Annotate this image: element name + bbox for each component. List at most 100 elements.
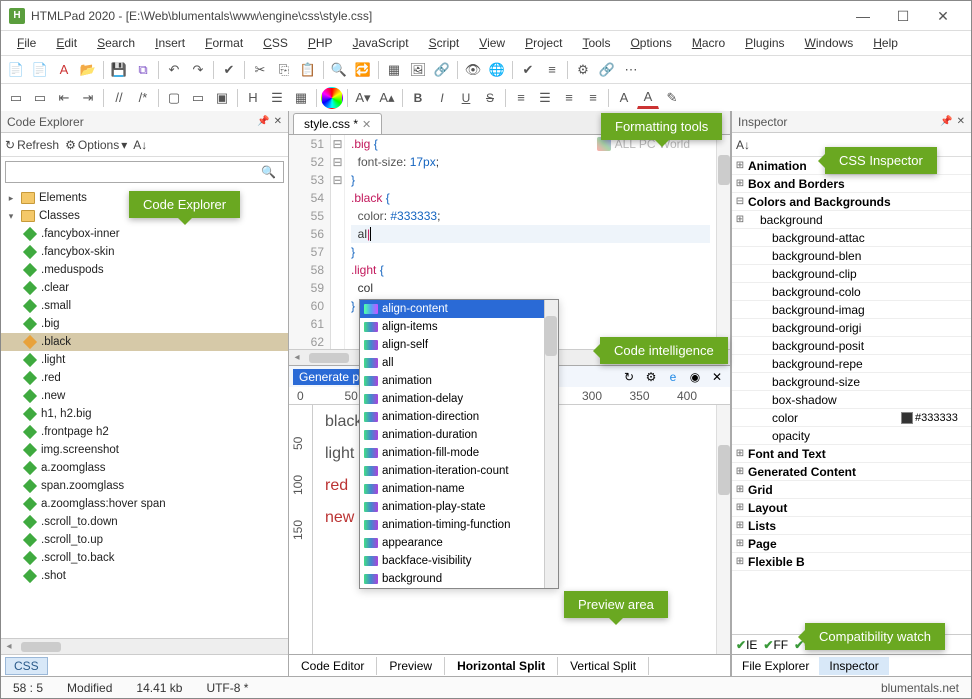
- inspector-pin-icon[interactable]: 📌: [940, 116, 952, 127]
- tree-item[interactable]: a.zoomglass: [1, 459, 288, 477]
- autocomplete-scrollbar[interactable]: [544, 300, 558, 588]
- tree-item[interactable]: .clear: [1, 279, 288, 297]
- tree-item[interactable]: .scroll_to.up: [1, 531, 288, 549]
- panel1-icon[interactable]: ▭: [5, 87, 27, 109]
- menu-project[interactable]: Project: [517, 34, 570, 52]
- new-file-icon[interactable]: 📄: [5, 59, 27, 81]
- tree-item[interactable]: .black: [1, 333, 288, 351]
- menu-script[interactable]: Script: [421, 34, 468, 52]
- inspector-row[interactable]: background-size: [732, 373, 971, 391]
- explorer-hscroll[interactable]: ◂: [1, 638, 288, 654]
- right-tab-file-explorer[interactable]: File Explorer: [732, 657, 819, 675]
- align-right-icon[interactable]: ≡: [558, 87, 580, 109]
- tree-item[interactable]: .red: [1, 369, 288, 387]
- preview-vscroll[interactable]: [716, 405, 730, 654]
- tree-item[interactable]: .small: [1, 297, 288, 315]
- inspector-row[interactable]: background-imag: [732, 301, 971, 319]
- new-css-icon[interactable]: A: [53, 59, 75, 81]
- inspector-row[interactable]: ⊞Box and Borders: [732, 175, 971, 193]
- autocomplete-item[interactable]: all: [360, 354, 558, 372]
- redo-icon[interactable]: ↷: [187, 59, 209, 81]
- menu-css[interactable]: CSS: [255, 34, 296, 52]
- inspector-row[interactable]: background-attac: [732, 229, 971, 247]
- menu-tools[interactable]: Tools: [574, 34, 618, 52]
- preview-close-icon[interactable]: ✕: [708, 368, 726, 386]
- align-justify-icon[interactable]: ≡: [582, 87, 604, 109]
- preview-ie-icon[interactable]: e: [664, 368, 682, 386]
- autocomplete-item[interactable]: align-self: [360, 336, 558, 354]
- paste-icon[interactable]: 📋: [297, 59, 319, 81]
- color-picker-icon[interactable]: [321, 87, 343, 109]
- tree-item[interactable]: .fancybox-skin: [1, 243, 288, 261]
- inspector-row[interactable]: background-posit: [732, 337, 971, 355]
- misc-tool-icon[interactable]: ⋯: [620, 59, 642, 81]
- link-icon[interactable]: 🔗: [431, 59, 453, 81]
- tool-icon[interactable]: ⚙: [572, 59, 594, 81]
- underline-icon[interactable]: U: [455, 87, 477, 109]
- autocomplete-item[interactable]: animation-delay: [360, 390, 558, 408]
- autocomplete-item[interactable]: animation-direction: [360, 408, 558, 426]
- tree-item[interactable]: .scroll_to.down: [1, 513, 288, 531]
- menu-plugins[interactable]: Plugins: [737, 34, 792, 52]
- preview-settings-icon[interactable]: ⚙: [642, 368, 660, 386]
- inline-icon[interactable]: ▭: [187, 87, 209, 109]
- autocomplete-item[interactable]: animation-name: [360, 480, 558, 498]
- preview-chrome-icon[interactable]: ◉: [686, 368, 704, 386]
- inspector-sort-button[interactable]: A↓: [736, 138, 750, 152]
- heading-icon[interactable]: H: [242, 87, 264, 109]
- open-icon[interactable]: 📂: [77, 59, 99, 81]
- tree-item[interactable]: .new: [1, 387, 288, 405]
- autocomplete-item[interactable]: align-content: [360, 300, 558, 318]
- list-icon[interactable]: ☰: [266, 87, 288, 109]
- panel2-icon[interactable]: ▭: [29, 87, 51, 109]
- font-dec-icon[interactable]: A▾: [352, 87, 374, 109]
- inspector-row[interactable]: background-blen: [732, 247, 971, 265]
- autocomplete-popup[interactable]: align-contentalign-itemsalign-selfallani…: [359, 299, 559, 589]
- inspector-row[interactable]: background-clip: [732, 265, 971, 283]
- menu-format[interactable]: Format: [197, 34, 251, 52]
- inspector-row[interactable]: ⊞Generated Content: [732, 463, 971, 481]
- save-icon[interactable]: 💾: [108, 59, 130, 81]
- strike-icon[interactable]: S: [479, 87, 501, 109]
- tree-item[interactable]: span.zoomglass: [1, 477, 288, 495]
- font-inc-icon[interactable]: A▴: [376, 87, 398, 109]
- autocomplete-item[interactable]: animation-iteration-count: [360, 462, 558, 480]
- inspector-row[interactable]: ⊞background: [732, 211, 971, 229]
- tree-item[interactable]: .scroll_to.back: [1, 549, 288, 567]
- menu-javascript[interactable]: JavaScript: [345, 34, 417, 52]
- css-tab[interactable]: CSS: [5, 657, 48, 675]
- code-vscroll[interactable]: [716, 135, 730, 349]
- menu-search[interactable]: Search: [89, 34, 143, 52]
- align-left-icon[interactable]: ≡: [510, 87, 532, 109]
- autocomplete-item[interactable]: animation-duration: [360, 426, 558, 444]
- inspector-row[interactable]: ⊞Font and Text: [732, 445, 971, 463]
- refresh-button[interactable]: ↻ Refresh: [5, 138, 59, 152]
- inspector-row[interactable]: box-shadow: [732, 391, 971, 409]
- tree-item[interactable]: .frontpage h2: [1, 423, 288, 441]
- right-tab-inspector[interactable]: Inspector: [819, 657, 888, 675]
- inspector-row[interactable]: color#333333: [732, 409, 971, 427]
- copy-icon[interactable]: ⎘: [273, 59, 295, 81]
- inspector-row[interactable]: ⊟Colors and Backgrounds: [732, 193, 971, 211]
- autocomplete-item[interactable]: animation-timing-function: [360, 516, 558, 534]
- menu-edit[interactable]: Edit: [48, 34, 85, 52]
- view-tab-horizontal-split[interactable]: Horizontal Split: [445, 657, 558, 675]
- inspector-row[interactable]: background-origi: [732, 319, 971, 337]
- pin-icon[interactable]: 📌: [257, 116, 269, 127]
- bold-icon[interactable]: B: [407, 87, 429, 109]
- inspector-row[interactable]: ⊞Layout: [732, 499, 971, 517]
- link-tool-icon[interactable]: 🔗: [596, 59, 618, 81]
- inspector-row[interactable]: ⊞Lists: [732, 517, 971, 535]
- preview-icon[interactable]: 👁: [462, 59, 484, 81]
- sort-button[interactable]: A↓: [133, 138, 147, 152]
- autocomplete-item[interactable]: animation: [360, 372, 558, 390]
- tree-item[interactable]: img.screenshot: [1, 441, 288, 459]
- autocomplete-item[interactable]: appearance: [360, 534, 558, 552]
- close-button[interactable]: ✕: [923, 5, 963, 27]
- menu-php[interactable]: PHP: [300, 34, 341, 52]
- comment-icon[interactable]: //: [108, 87, 130, 109]
- table-icon[interactable]: ▦: [383, 59, 405, 81]
- block-icon[interactable]: ▢: [163, 87, 185, 109]
- autocomplete-item[interactable]: animation-fill-mode: [360, 444, 558, 462]
- menu-insert[interactable]: Insert: [147, 34, 193, 52]
